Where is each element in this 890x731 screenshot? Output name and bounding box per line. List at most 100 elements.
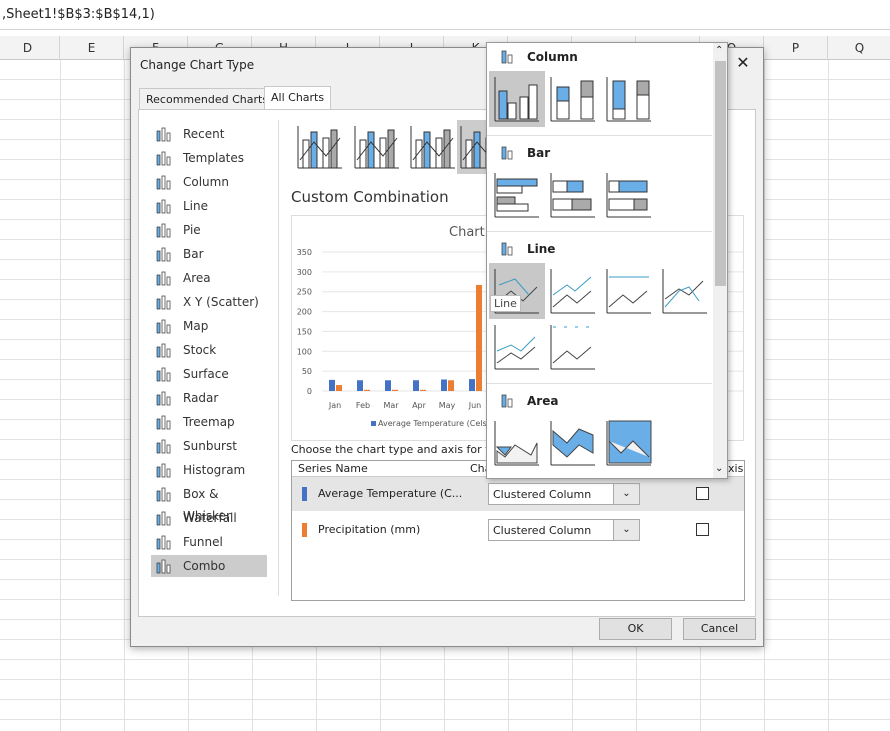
chart-type-label: Column	[183, 175, 229, 189]
legend-swatch	[371, 421, 376, 426]
tab-recommended-charts[interactable]: Recommended Charts	[139, 88, 276, 109]
bar	[476, 284, 482, 391]
chart-type-label: Bar	[183, 247, 204, 261]
column-chart-icon	[501, 50, 513, 64]
line-subtype-option[interactable]	[601, 263, 657, 319]
chart-type-line[interactable]: Line	[151, 195, 267, 217]
chart-type-label: Pie	[183, 223, 201, 237]
chart-type-dropdown[interactable]: Column Bar Line Area ⌃ ⌄	[486, 42, 728, 479]
column-header[interactable]: D	[0, 36, 60, 60]
chart-type-select[interactable]: Clustered Column ⌄	[488, 483, 640, 505]
x-tick-label: Feb	[356, 401, 370, 410]
line-chart-icon	[501, 242, 513, 256]
y-tick-label: 200	[297, 308, 312, 317]
chart-type-pie[interactable]: Pie	[151, 219, 267, 241]
chart-type-label: Templates	[183, 151, 245, 165]
x-tick-label: May	[439, 401, 456, 410]
chart-type-waterfall[interactable]: Waterfall	[151, 507, 267, 529]
bar	[448, 380, 454, 391]
chart-type-label: Surface	[183, 367, 229, 381]
bar	[336, 385, 342, 391]
divider	[487, 231, 712, 232]
series-name: Average Temperature (C...	[318, 487, 463, 500]
chart-type-box-whisker[interactable]: Box & Whisker	[151, 483, 267, 523]
bar-subtype-option[interactable]	[545, 167, 601, 223]
x-tick-label: Jan	[328, 401, 341, 410]
header-series-name: Series Name	[292, 461, 464, 477]
bar	[385, 380, 391, 391]
chart-type-templates[interactable]: Templates	[151, 147, 267, 169]
column-subtype-option[interactable]	[601, 71, 657, 127]
chart-type-label: Treemap	[183, 415, 235, 429]
column-header[interactable]: P	[764, 36, 828, 60]
area-subtype-option[interactable]	[545, 415, 601, 471]
line-subtype-option[interactable]	[545, 263, 601, 319]
y-tick-label: 300	[297, 268, 312, 277]
chart-type-x-y-scatter-[interactable]: X Y (Scatter)	[151, 291, 267, 313]
scroll-up-icon[interactable]: ⌃	[715, 45, 723, 56]
scrollbar-thumb[interactable]	[715, 61, 726, 286]
chart-type-map[interactable]: Map	[151, 315, 267, 337]
column-subtype-option[interactable]	[545, 71, 601, 127]
chart-type-stock[interactable]: Stock	[151, 339, 267, 361]
bar-subtype-option[interactable]	[601, 167, 657, 223]
formula-bar[interactable]: ,Sheet1!$B$3:$B$14,1)	[0, 0, 890, 30]
y-tick-label: 250	[297, 288, 312, 297]
series-row[interactable]: Average Temperature (C... Clustered Colum…	[292, 477, 744, 511]
combo-subtype-icon[interactable]	[407, 120, 459, 174]
series-color-swatch	[302, 523, 307, 537]
divider	[487, 383, 712, 384]
chevron-down-icon[interactable]: ⌄	[613, 484, 639, 504]
chart-type-histogram[interactable]: Histogram	[151, 459, 267, 481]
line-subtype-option[interactable]	[489, 319, 545, 375]
ok-button[interactable]: OK	[599, 618, 672, 640]
chart-type-label: Area	[183, 271, 211, 285]
chart-type-funnel[interactable]: Funnel	[151, 531, 267, 553]
secondary-axis-checkbox[interactable]	[696, 523, 709, 536]
section-title: Custom Combination	[291, 188, 449, 206]
column-subtype-option[interactable]	[489, 71, 545, 127]
chart-type-treemap[interactable]: Treemap	[151, 411, 267, 433]
bar-chart-icon	[501, 146, 513, 160]
scroll-down-icon[interactable]: ⌄	[715, 463, 723, 474]
series-name: Precipitation (mm)	[318, 523, 421, 536]
chevron-down-icon[interactable]: ⌄	[613, 520, 639, 540]
divider	[487, 135, 712, 136]
area-subtype-option[interactable]	[489, 415, 545, 471]
area-subtype-option[interactable]	[601, 415, 657, 471]
tab-all-charts[interactable]: All Charts	[264, 86, 332, 109]
chart-type-value: Clustered Column	[493, 488, 592, 501]
cancel-button[interactable]: Cancel	[683, 618, 756, 640]
chart-type-area[interactable]: Area	[151, 267, 267, 289]
choose-label: Choose the chart type and axis for you	[291, 443, 506, 456]
chart-type-surface[interactable]: Surface	[151, 363, 267, 385]
chart-type-bar[interactable]: Bar	[151, 243, 267, 265]
combo-subtype-icon[interactable]	[351, 120, 403, 174]
chart-type-column[interactable]: Column	[151, 171, 267, 193]
bar	[357, 380, 363, 391]
chart-type-label: Line	[183, 199, 209, 213]
area-chart-icon	[501, 394, 513, 408]
bar	[420, 389, 426, 391]
column-header[interactable]: Q	[828, 36, 890, 60]
line-subtype-option[interactable]	[545, 319, 601, 375]
bar-subtype-option[interactable]	[489, 167, 545, 223]
y-tick-label: 0	[307, 387, 312, 396]
series-row[interactable]: Precipitation (mm) Clustered Column ⌄	[292, 513, 744, 547]
dialog-title: Change Chart Type	[140, 58, 255, 72]
combo-subtype-icon[interactable]	[294, 120, 346, 174]
close-icon[interactable]: ✕	[731, 53, 755, 73]
chart-type-recent[interactable]: Recent	[151, 123, 267, 145]
x-tick-label: Jun	[468, 401, 482, 410]
chart-type-label: Sunburst	[183, 439, 237, 453]
line-subtype-option[interactable]	[657, 263, 713, 319]
chart-type-sunburst[interactable]: Sunburst	[151, 435, 267, 457]
chart-type-label: Stock	[183, 343, 217, 357]
chart-type-select[interactable]: Clustered Column ⌄	[488, 519, 640, 541]
column-header[interactable]: E	[60, 36, 124, 60]
chart-type-radar[interactable]: Radar	[151, 387, 267, 409]
legend-label: Average Temperature (Celsiu	[378, 419, 494, 428]
secondary-axis-checkbox[interactable]	[696, 487, 709, 500]
y-tick-label: 150	[297, 327, 312, 336]
chart-type-combo[interactable]: Combo	[151, 555, 267, 577]
